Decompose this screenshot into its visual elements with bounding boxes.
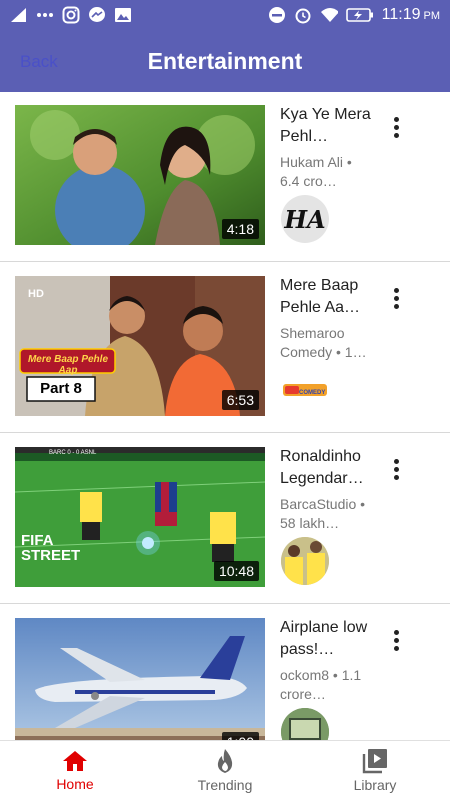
flame-icon — [217, 749, 233, 773]
video-channel-views: ockom8 • 1.1 crore… — [280, 667, 362, 702]
video-meta: Kya Ye Mera Pehl… Hukam Ali • 6.4 cro… — [280, 104, 375, 191]
nav-home[interactable]: Home — [0, 741, 150, 800]
video-thumbnail[interactable]: 4:18 — [15, 105, 265, 245]
home-icon — [63, 751, 87, 771]
channel-avatar[interactable] — [281, 708, 329, 740]
more-notifications-icon — [36, 6, 54, 24]
messenger-icon — [88, 6, 106, 24]
status-time: 11:19 PM — [381, 6, 440, 23]
thumbnail-part-text: Part 8 — [40, 380, 82, 397]
video-channel-views: Hukam Ali • 6.4 cro… — [280, 154, 352, 189]
nav-library-label: Library — [353, 777, 397, 793]
more-options-icon[interactable] — [385, 454, 407, 484]
nav-home-label: Home — [56, 776, 94, 792]
video-feed[interactable]: 4:18 Kya Ye Mera Pehl… Hukam Ali • 6.4 c… — [0, 92, 450, 740]
nav-trending[interactable]: Trending — [150, 741, 300, 800]
video-title[interactable]: Mere Baap Pehle Aa… — [280, 275, 375, 319]
channel-avatar-text: HA — [284, 204, 326, 234]
more-options-icon[interactable] — [385, 283, 407, 313]
gallery-icon — [114, 6, 132, 24]
video-thumbnail[interactable]: BARC 0 - 0 ASNL FIFA STREET 10:48 — [15, 447, 265, 587]
app-bar: Back Entertainment — [0, 30, 450, 92]
video-item[interactable]: BARC 0 - 0 ASNL FIFA STREET 10:48 Ronald… — [0, 434, 450, 604]
video-meta: Airplane low pass!… ockom8 • 1.1 crore… — [280, 617, 375, 704]
video-thumbnail[interactable]: HD Mere Baap Pehle Aap Part 8 6:53 — [15, 276, 265, 416]
video-item[interactable]: 1:00 Airplane low pass!… ockom8 • 1.1 cr… — [0, 605, 450, 740]
thumbnail-image — [15, 618, 265, 740]
video-channel-views: BarcaStudio • 58 lakh… — [280, 496, 366, 531]
video-title[interactable]: Kya Ye Mera Pehl… — [280, 104, 375, 148]
more-options-icon[interactable] — [385, 625, 407, 655]
library-icon — [362, 749, 387, 774]
status-bar: 11:19 PM — [0, 0, 450, 30]
video-meta: Ronaldinho Legendar… BarcaStudio • 58 la… — [280, 446, 375, 533]
nav-trending-label: Trending — [197, 777, 253, 793]
battery-charging-icon — [345, 6, 374, 24]
thumbnail-score-text: BARC 0 - 0 ASNL — [49, 450, 97, 456]
signal-icon — [10, 6, 28, 24]
channel-avatar-image — [281, 537, 329, 585]
video-duration: 10:48 — [213, 561, 259, 581]
alarm-icon — [294, 6, 312, 24]
video-title[interactable]: Ronaldinho Legendar… — [280, 446, 375, 490]
bottom-navigation: Home Trending Library — [0, 740, 450, 800]
video-duration: 4:18 — [221, 219, 259, 239]
instagram-icon — [62, 6, 80, 24]
page-title: Entertainment — [147, 47, 303, 74]
wifi-icon — [320, 6, 338, 24]
channel-avatar[interactable] — [281, 537, 329, 585]
do-not-disturb-icon — [268, 6, 286, 24]
video-channel-views: Shemaroo Comedy • 1… — [280, 325, 367, 360]
channel-avatar[interactable]: COMEDY — [281, 366, 329, 414]
status-notifications — [10, 6, 132, 24]
video-item[interactable]: HD Mere Baap Pehle Aap Part 8 6:53 Mere … — [0, 263, 450, 433]
back-link[interactable]: Back — [20, 52, 58, 72]
status-system: 11:19 PM — [268, 6, 440, 24]
channel-avatar[interactable]: HA — [281, 195, 329, 243]
nav-library[interactable]: Library — [300, 741, 450, 800]
hd-badge: HD — [28, 288, 44, 300]
video-thumbnail[interactable]: 1:00 — [15, 618, 265, 740]
channel-avatar-text: COMEDY — [299, 390, 326, 396]
video-duration: 6:53 — [221, 390, 259, 410]
video-title[interactable]: Airplane low pass!… — [280, 617, 375, 661]
video-item[interactable]: 4:18 Kya Ye Mera Pehl… Hukam Ali • 6.4 c… — [0, 92, 450, 262]
channel-avatar-image — [281, 708, 329, 740]
video-duration: 1:00 — [221, 732, 259, 740]
more-options-icon[interactable] — [385, 112, 407, 142]
thumbnail-brand-text: FIFA STREET — [21, 532, 81, 564]
thumbnail-title-text: Mere Baap Pehle Aap — [27, 354, 109, 376]
video-meta: Mere Baap Pehle Aa… Shemaroo Comedy • 1… — [280, 275, 375, 362]
